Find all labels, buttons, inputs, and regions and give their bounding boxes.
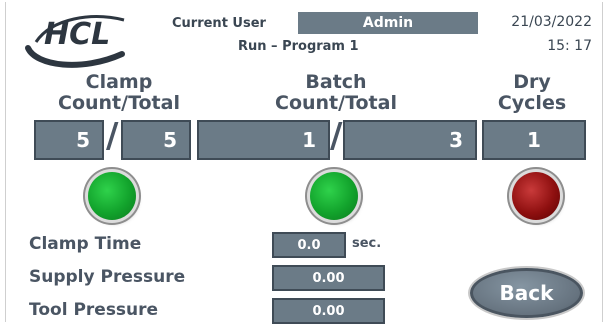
clamp-time-label: Clamp Time <box>29 234 142 254</box>
date-display: 21/03/2022 <box>511 14 592 30</box>
batch-title-line1: Batch <box>305 71 367 93</box>
batch-count-display: 1 <box>197 120 330 160</box>
clamp-time-unit: sec. <box>352 236 382 251</box>
batch-title-line2: Count/Total <box>275 92 397 114</box>
clamp-count-display: 5 <box>34 120 104 160</box>
batch-title: Batch Count/Total <box>261 72 411 114</box>
dry-title-line2: Cycles <box>497 92 567 114</box>
tool-pressure-label: Tool Pressure <box>29 300 159 320</box>
clamp-title: Clamp Count/Total <box>44 72 194 114</box>
program-title: Run – Program 1 <box>238 39 359 54</box>
batch-total-display: 3 <box>343 120 477 160</box>
clamp-status-lamp <box>88 172 136 220</box>
current-user-value: Admin <box>298 12 478 34</box>
back-button[interactable]: Back <box>470 268 583 318</box>
clamp-title-line2: Count/Total <box>58 92 180 114</box>
dry-cycles-status-lamp <box>512 172 560 220</box>
batch-separator: / <box>330 116 343 156</box>
hmi-screen: HCL Current User Admin Run – Program 1 2… <box>5 2 603 324</box>
clamp-total-display: 5 <box>121 120 191 160</box>
hcl-logo: HCL <box>25 15 125 68</box>
dry-cycles-title: Dry Cycles <box>482 72 582 114</box>
supply-pressure-label: Supply Pressure <box>29 267 186 287</box>
current-user-label: Current User <box>172 16 266 31</box>
tool-pressure-field[interactable]: 0.00 <box>272 298 385 324</box>
dry-title-line1: Dry <box>513 71 551 93</box>
batch-status-lamp <box>310 172 358 220</box>
supply-pressure-field[interactable]: 0.00 <box>272 265 385 291</box>
time-display: 15: 17 <box>547 38 592 54</box>
dry-cycles-display: 1 <box>482 120 586 160</box>
clamp-separator: / <box>106 116 119 156</box>
logo-text: HCL <box>44 17 110 52</box>
clamp-time-field[interactable]: 0.0 <box>272 232 346 258</box>
clamp-title-line1: Clamp <box>85 71 153 93</box>
